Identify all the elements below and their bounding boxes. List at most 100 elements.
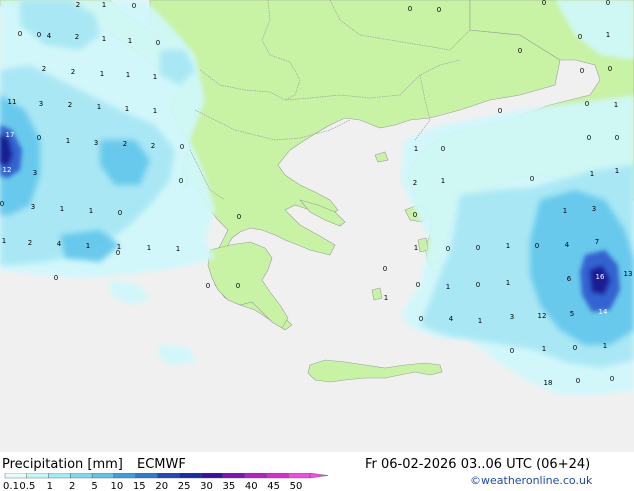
precip-value-label: 0 bbox=[535, 242, 539, 250]
precip-value-label: 1 bbox=[125, 105, 129, 113]
precip-value-label: 0 bbox=[118, 209, 122, 217]
precip-value-label: 4 bbox=[47, 32, 52, 40]
precip-value-label: 3 bbox=[33, 169, 37, 177]
precip-value-label: 0 bbox=[441, 145, 445, 153]
precip-value-label: 0 bbox=[587, 134, 591, 142]
precip-value-label: 11 bbox=[8, 98, 17, 106]
precip-value-label: 0 bbox=[116, 249, 120, 257]
precip-value-label: 1 bbox=[414, 244, 418, 252]
precip-value-label: 0 bbox=[608, 65, 612, 73]
precip-value-label: 6 bbox=[567, 275, 572, 283]
precip-value-label: 1 bbox=[60, 205, 64, 213]
legend-swatch bbox=[244, 473, 267, 479]
precip-value-label: 0 bbox=[573, 344, 577, 352]
site-credit: ©weatheronline.co.uk bbox=[470, 474, 593, 487]
precip-value-label: 2 bbox=[76, 1, 80, 9]
precip-value-label: 1 bbox=[506, 279, 510, 287]
precip-value-label: 4 bbox=[57, 240, 62, 248]
precip-value-label: 1 bbox=[102, 1, 106, 9]
precip-value-label: 0 bbox=[0, 200, 4, 208]
legend-swatch bbox=[91, 473, 115, 479]
precip-value-label: 0 bbox=[437, 6, 441, 14]
precip-value-label: 0 bbox=[498, 107, 502, 115]
precip-value-label: 1 bbox=[176, 245, 180, 253]
precip-value-label: 0 bbox=[37, 134, 41, 142]
legend-swatch bbox=[70, 473, 93, 479]
precip-value-label: 2 bbox=[413, 179, 417, 187]
precip-value-label: 0 bbox=[446, 245, 450, 253]
precip-value-label: 16 bbox=[596, 273, 605, 281]
footer: Precipitation [mm] ECMWF Fr 06-02-2026 0… bbox=[0, 452, 634, 491]
land-chios bbox=[417, 237, 429, 253]
precip-value-label: 12 bbox=[538, 312, 547, 320]
precip-value-label: 0 bbox=[419, 315, 423, 323]
precip-value-label: 2 bbox=[123, 140, 127, 148]
precip-value-label: 2 bbox=[71, 68, 75, 76]
precip-value-label: 1 bbox=[153, 107, 157, 115]
precip-value-label: 0 bbox=[180, 143, 184, 151]
precip-value-label: 0 bbox=[416, 281, 420, 289]
precip-value-label: 14 bbox=[599, 308, 608, 316]
precip-value-label: 1 bbox=[603, 342, 607, 350]
precip-value-label: 4 bbox=[565, 241, 570, 249]
precip-value-label: 3 bbox=[31, 203, 35, 211]
precipitation-map: 2 1 00 004 2 1 1 02 2 1 1 111 3 2 1 1 117 0 1 3 2 2 012 300 3 1 1 0… bbox=[0, 0, 634, 452]
precip-value-label: 0 bbox=[578, 33, 582, 41]
precip-value-label: 0 bbox=[37, 31, 41, 39]
precip-value-label: 0 bbox=[576, 377, 580, 385]
precip-value-label: 0 bbox=[518, 47, 522, 55]
precip-value-label: 2 bbox=[28, 239, 32, 247]
precip-value-label: 0 bbox=[236, 282, 240, 290]
legend-swatch bbox=[4, 473, 27, 479]
precip-value-label: 0 bbox=[179, 177, 183, 185]
precip-value-label: 0 bbox=[156, 39, 160, 47]
precip-value-label: 1 bbox=[506, 242, 510, 250]
legend-swatch bbox=[48, 473, 71, 479]
precip-value-label: 0 bbox=[383, 265, 387, 273]
precip-value-label: 0 bbox=[206, 282, 210, 290]
legend-swatch bbox=[200, 473, 224, 479]
precip-value-label: 1 bbox=[89, 207, 93, 215]
map-title: Precipitation [mm] bbox=[2, 457, 123, 472]
precip-value-label: 0 bbox=[476, 281, 480, 289]
precip-value-label: 5 bbox=[570, 310, 574, 318]
precip-value-label: 17 bbox=[6, 131, 15, 139]
model-name: ECMWF bbox=[137, 457, 186, 472]
precip-value-label: 3 bbox=[592, 205, 596, 213]
precip-value-label: 1 bbox=[128, 37, 132, 45]
precip-value-label: 1 bbox=[66, 137, 70, 145]
precip-value-label: 3 bbox=[94, 139, 98, 147]
valid-time: Fr 06-02-2026 03..06 UTC (06+24) bbox=[365, 457, 591, 472]
precip-value-label: 1 bbox=[100, 70, 104, 78]
precip-value-label: 3 bbox=[510, 313, 514, 321]
precip-value-label: 1 bbox=[86, 242, 90, 250]
legend-swatch bbox=[266, 473, 289, 479]
color-scale: 0.1 0.5 1 2 5 10 15 20 25 30 35 40 45 50 bbox=[3, 473, 329, 491]
precip-value-label: 2 bbox=[75, 33, 79, 41]
precip-value-label: 1 bbox=[414, 145, 418, 153]
precip-value-label: 0 bbox=[18, 30, 22, 38]
legend-swatch bbox=[288, 473, 311, 479]
precip-value-label: 1 bbox=[102, 35, 106, 43]
precip-value-label: 3 bbox=[39, 100, 43, 108]
precip-value-label: 0 bbox=[530, 175, 534, 183]
precip-value-label: 18 bbox=[544, 379, 553, 387]
precip-value-label: 0 bbox=[610, 375, 614, 383]
precip-value-label: 1 bbox=[615, 167, 619, 175]
precip-value-label: 0 bbox=[542, 0, 546, 7]
precip-value-label: 0 bbox=[585, 100, 589, 108]
precip-value-label: 0 bbox=[606, 0, 610, 7]
precip-value-label: 2 bbox=[68, 101, 72, 109]
precip-value-label: 0 bbox=[132, 2, 136, 10]
legend-arrow bbox=[309, 473, 329, 479]
precip-value-label: 1 bbox=[446, 283, 450, 291]
precip-value-label: 1 bbox=[614, 101, 618, 109]
legend-swatch bbox=[135, 473, 158, 479]
legend-swatch bbox=[113, 473, 136, 479]
precip-value-label: 0 bbox=[615, 134, 619, 142]
precip-value-label: 13 bbox=[624, 270, 633, 278]
precip-value-label: 0 bbox=[54, 274, 58, 282]
land-naxos bbox=[371, 287, 383, 301]
precip-value-label: 4 bbox=[449, 315, 454, 323]
precip-value-label: 0 bbox=[580, 67, 584, 75]
